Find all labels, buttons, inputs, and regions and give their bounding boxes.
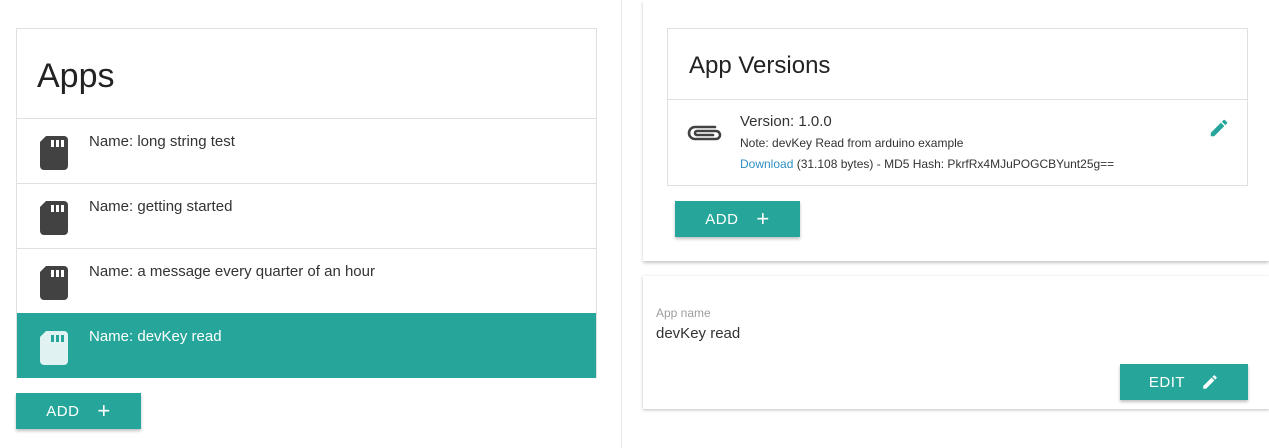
sd-card-icon: [40, 201, 68, 235]
add-app-button-label: ADD: [46, 402, 80, 420]
version-meta: Download (31.108 bytes) - MD5 Hash: Pkrf…: [740, 157, 1114, 171]
sd-card-icon: [40, 136, 68, 170]
app-name-label: Name: long string test: [89, 133, 235, 150]
pencil-icon[interactable]: [1208, 117, 1230, 139]
apps-title: Apps: [37, 57, 115, 95]
apps-list: Name: long string test Name: getting sta…: [17, 118, 596, 378]
app-name-label: Name: devKey read: [89, 328, 222, 345]
versions-panel: App Versions Version: 1.0.0 Note: devKey…: [643, 0, 1269, 261]
version-list-item: Version: 1.0.0 Note: devKey Read from ar…: [668, 99, 1247, 185]
app-details-panel: App name devKey read EDIT: [643, 276, 1269, 409]
add-app-button[interactable]: ADD +: [16, 393, 141, 429]
sd-card-icon: [40, 331, 68, 365]
app-list-item[interactable]: Name: a message every quarter of an hour: [17, 248, 596, 313]
version-note: Note: devKey Read from arduino example: [740, 136, 964, 150]
add-version-button-label: ADD: [705, 210, 739, 228]
panel-divider: [621, 0, 622, 448]
sd-card-icon: [40, 266, 68, 300]
plus-icon: +: [97, 398, 111, 423]
edit-app-button[interactable]: EDIT: [1120, 364, 1248, 400]
app-list-item-selected[interactable]: Name: devKey read: [17, 313, 596, 378]
paperclip-icon: [687, 125, 722, 141]
app-list-item[interactable]: Name: getting started: [17, 183, 596, 248]
app-list-item[interactable]: Name: long string test: [17, 118, 596, 183]
app-name-field-label: App name: [656, 306, 711, 320]
app-name-label: Name: getting started: [89, 198, 233, 215]
version-number: Version: 1.0.0: [740, 113, 832, 130]
plus-icon: +: [756, 206, 770, 231]
app-name-value: devKey read: [656, 325, 741, 342]
app-name-label: Name: a message every quarter of an hour: [89, 263, 375, 280]
versions-title: App Versions: [689, 52, 831, 79]
add-version-button[interactable]: ADD +: [675, 201, 800, 237]
edit-app-button-label: EDIT: [1148, 373, 1186, 391]
version-details: (31.108 bytes) - MD5 Hash: PkrfRx4MJuPOG…: [793, 157, 1115, 171]
pencil-icon: [1203, 375, 1217, 389]
versions-card: App Versions Version: 1.0.0 Note: devKey…: [667, 28, 1248, 186]
download-link[interactable]: Download: [740, 157, 793, 171]
apps-card: Apps Name: long string test Name: gettin…: [16, 28, 597, 378]
